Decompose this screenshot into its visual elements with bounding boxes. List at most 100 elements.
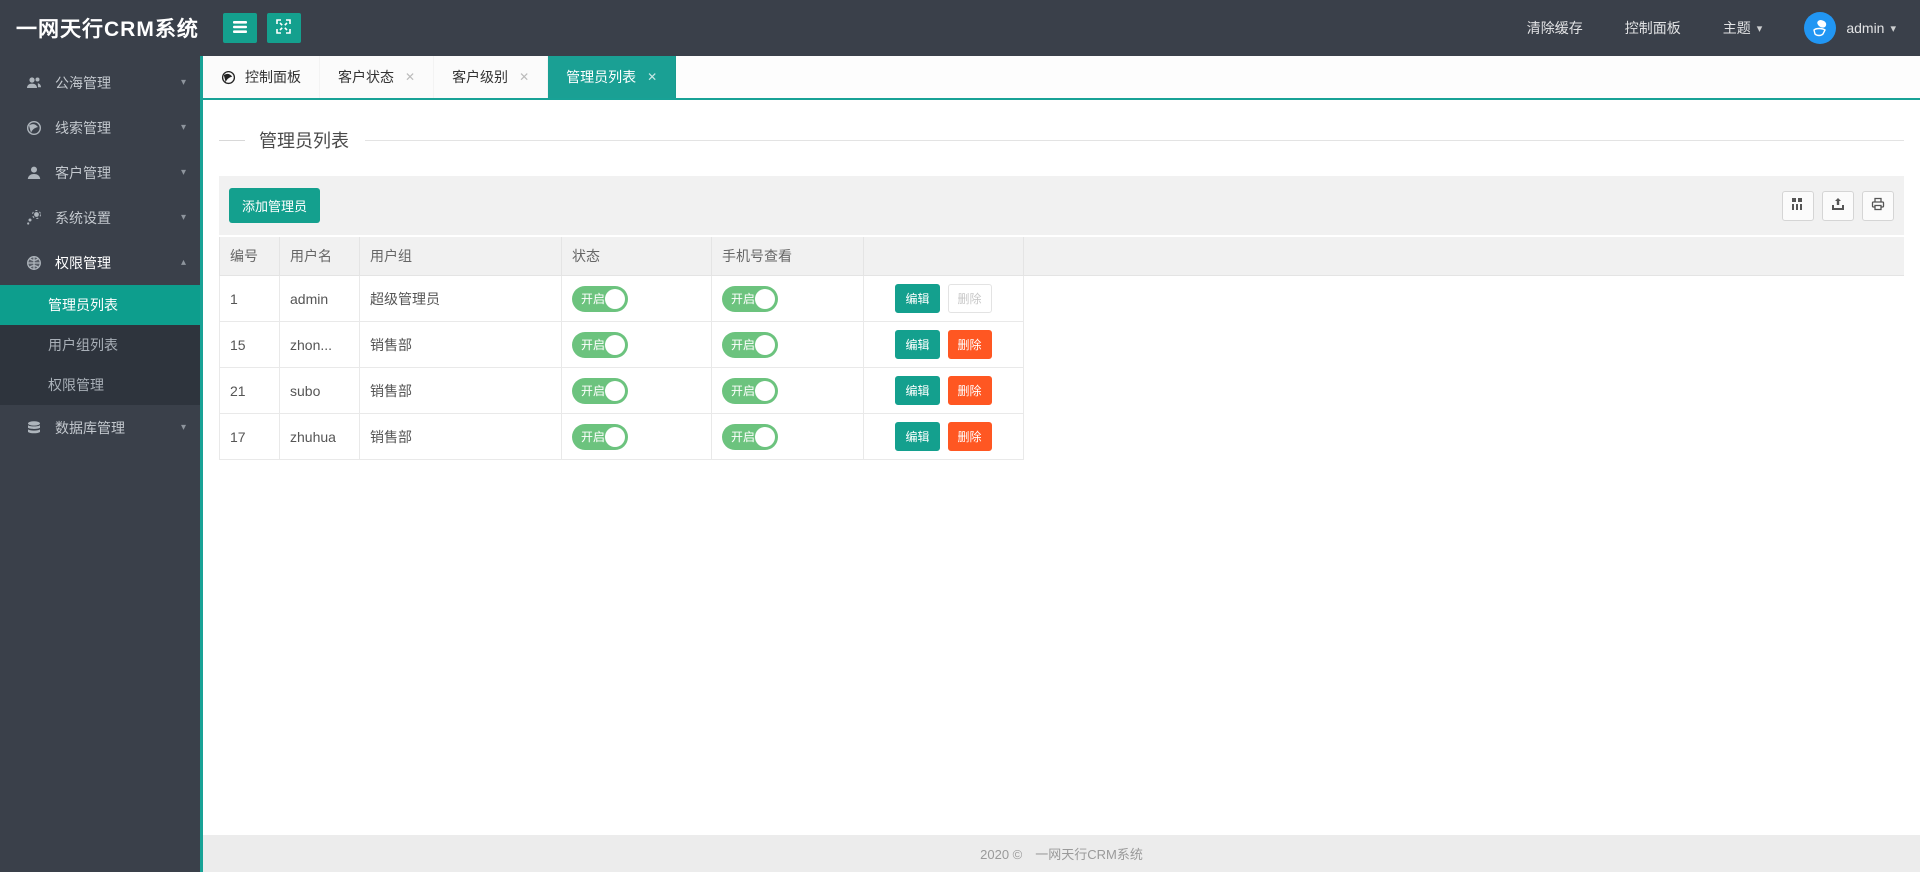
cell-id: 1 [219,275,280,322]
phone-view-toggle[interactable]: 开启 [722,285,778,312]
cell-id: 17 [219,413,280,460]
username-label: admin [1846,20,1885,36]
sidebar-item-label: 公海管理 [55,74,111,91]
toggle-label: 开启 [731,430,756,444]
table-row: 1 admin 超级管理员 开启 开启 编辑 删除 [219,275,1904,460]
cell-username: zhuhua [279,413,360,460]
close-icon[interactable]: ✕ [519,70,529,84]
cell-username: subo [279,367,360,414]
fullscreen-button[interactable] [266,13,301,43]
toggle-label: 开启 [731,384,756,398]
sidebar-item-customers[interactable]: 客户管理 ▾ [0,150,200,195]
phone-view-toggle[interactable]: 开启 [722,331,778,358]
sidebar-subitem-permission-manage[interactable]: 权限管理 [0,365,200,405]
tab-label: 客户级别 [452,69,509,85]
status-toggle[interactable]: 开启 [572,423,628,450]
tab-customer-status[interactable]: 客户状态 ✕ [320,56,435,98]
delete-button[interactable]: 删除 [947,376,992,405]
theme-label: 主题 [1722,20,1751,36]
status-toggle[interactable]: 开启 [572,377,628,404]
sidebar-subitem-admin-list[interactable]: 管理员列表 [0,285,200,325]
add-admin-button[interactable]: 添加管理员 [229,188,321,223]
cell-username: zhon... [279,321,360,368]
tab-customer-level[interactable]: 客户级别 ✕ [434,56,549,98]
tab-admin-list[interactable]: 管理员列表 ✕ [548,56,677,98]
table-filler [1023,275,1904,460]
tab-control-panel[interactable]: 控制面板 [203,56,320,98]
chevron-up-icon: ▴ [180,257,186,268]
sidebar: 公海管理 ▾ 线索管理 ▾ 客户管理 ▾ 系统设置 ▾ 权限管理 ▴ 管理员列表… [0,56,200,872]
chevron-down-icon: ▾ [1890,22,1896,35]
expand-icon [276,19,292,37]
tab-label: 管理员列表 [566,69,637,85]
toggle-label: 开启 [581,292,606,306]
toggle-label: 开启 [581,338,606,352]
cell-group: 销售部 [359,321,562,368]
edit-button[interactable]: 编辑 [895,376,940,405]
copyright-text: 2020 © 一网天行CRM系统 [980,847,1143,862]
close-icon[interactable]: ✕ [405,70,415,84]
cell-id: 15 [219,321,280,368]
user-dropdown[interactable]: admin ▾ [1846,20,1896,36]
columns-icon [1791,197,1805,214]
sidebar-item-permissions[interactable]: 权限管理 ▴ [0,240,200,285]
tab-label: 客户状态 [338,69,394,85]
avatar[interactable] [1804,12,1837,44]
chevron-down-icon: ▾ [1756,22,1763,35]
export-button[interactable] [1822,190,1854,221]
status-toggle[interactable]: 开启 [572,285,628,312]
cell-id: 21 [219,367,280,414]
toggle-label: 开启 [581,384,606,398]
gear-icon [26,209,42,226]
delete-button[interactable]: 删除 [947,330,992,359]
sidebar-item-label: 数据库管理 [55,419,125,436]
phone-view-toggle[interactable]: 开启 [722,377,778,404]
export-icon [1831,197,1845,214]
sidebar-item-label: 权限管理 [55,254,111,271]
edit-button[interactable]: 编辑 [895,284,940,313]
database-icon [26,420,42,436]
subitem-label: 权限管理 [48,377,104,393]
chevron-down-icon: ▾ [180,77,186,88]
toggle-label: 开启 [731,292,756,306]
toggle-knob [605,426,625,447]
divider [365,139,1904,141]
cell-username: admin [279,275,360,322]
cell-group: 超级管理员 [359,275,562,322]
toggle-knob [605,380,625,401]
control-panel-link[interactable]: 控制面板 [1625,18,1681,38]
globe-grid-icon [26,255,42,271]
sidebar-item-leads[interactable]: 线索管理 ▾ [0,105,200,150]
subitem-label: 管理员列表 [48,297,118,313]
toggle-label: 开启 [731,338,756,352]
sidebar-toggle-button[interactable] [222,13,257,43]
sidebar-item-database[interactable]: 数据库管理 ▾ [0,405,200,450]
sidebar-item-settings[interactable]: 系统设置 ▾ [0,195,200,240]
users-icon [26,75,42,91]
toggle-knob [755,288,775,309]
cell-group: 销售部 [359,413,562,460]
edit-button[interactable]: 编辑 [895,422,940,451]
page-title: 管理员列表 [259,131,349,151]
toggle-knob [605,288,625,309]
columns-toggle-button[interactable] [1782,190,1814,221]
sidebar-subitem-user-group-list[interactable]: 用户组列表 [0,325,200,365]
print-button[interactable] [1862,190,1894,221]
phone-view-toggle[interactable]: 开启 [722,423,778,450]
theme-dropdown[interactable]: 主题 ▾ [1723,18,1763,38]
delete-button[interactable]: 删除 [947,422,992,451]
sidebar-item-public-pool[interactable]: 公海管理 ▾ [0,60,200,105]
tab-bar: 控制面板 客户状态 ✕ 客户级别 ✕ 管理员列表 ✕ [203,56,1920,100]
sidebar-item-label: 线索管理 [55,119,111,136]
close-icon[interactable]: ✕ [647,70,657,84]
col-header-username: 用户名 [279,235,360,276]
footer: 2020 © 一网天行CRM系统 [203,835,1920,872]
edit-button[interactable]: 编辑 [895,330,940,359]
toggle-knob [755,380,775,401]
col-header-actions [863,235,1024,276]
clear-cache-link[interactable]: 清除缓存 [1527,18,1583,38]
chevron-down-icon: ▾ [180,122,186,133]
permissions-submenu: 管理员列表 用户组列表 权限管理 [0,285,200,405]
status-toggle[interactable]: 开启 [572,331,628,358]
chevron-down-icon: ▾ [180,167,186,178]
